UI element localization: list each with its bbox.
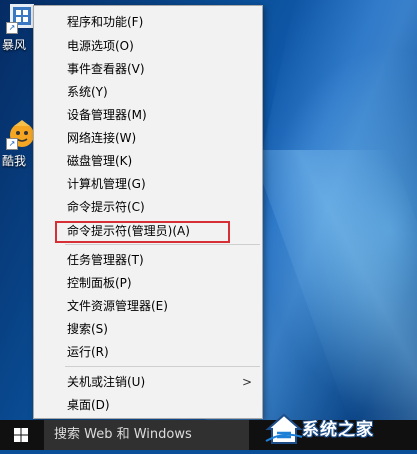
- menu-separator: [65, 366, 260, 367]
- menu-item-programs-features[interactable]: 程序和功能(F): [34, 11, 262, 34]
- shortcut-arrow-icon: ↗: [6, 138, 18, 150]
- menu-item-shutdown-signout[interactable]: 关机或注销(U) >: [34, 371, 262, 394]
- menu-item-computer-management[interactable]: 计算机管理(G): [34, 173, 262, 196]
- menu-separator: [65, 244, 260, 245]
- windows-logo-icon: [14, 428, 28, 442]
- menu-item-system[interactable]: 系统(Y): [34, 81, 262, 104]
- house-logo-icon: [265, 413, 303, 444]
- menu-item-desktop[interactable]: 桌面(D): [34, 394, 262, 417]
- menu-item-device-manager[interactable]: 设备管理器(M): [34, 104, 262, 127]
- submenu-arrow-icon: >: [241, 375, 252, 389]
- watermark-logo: 系统之家: [262, 405, 417, 450]
- menu-item-run[interactable]: 运行(R): [34, 341, 262, 364]
- menu-item-task-manager[interactable]: 任务管理器(T): [34, 249, 262, 272]
- menu-item-control-panel[interactable]: 控制面板(P): [34, 272, 262, 295]
- highlight-box: [55, 221, 230, 243]
- menu-item-power-options[interactable]: 电源选项(O): [34, 35, 262, 58]
- menu-item-command-prompt[interactable]: 命令提示符(C): [34, 196, 262, 219]
- watermark-text: 系统之家: [302, 420, 374, 440]
- shortcut-arrow-icon: ↗: [6, 22, 18, 34]
- taskbar-search-box[interactable]: 搜索 Web 和 Windows: [44, 420, 249, 450]
- menu-item-network-connections[interactable]: 网络连接(W): [34, 127, 262, 150]
- menu-item-file-explorer[interactable]: 文件资源管理器(E): [34, 295, 262, 318]
- menu-item-disk-management[interactable]: 磁盘管理(K): [34, 150, 262, 173]
- menu-item-label: 关机或注销(U): [67, 375, 146, 389]
- menu-item-event-viewer[interactable]: 事件查看器(V): [34, 58, 262, 81]
- start-button[interactable]: [0, 420, 44, 450]
- menu-item-search[interactable]: 搜索(S): [34, 318, 262, 341]
- win-x-context-menu: 程序和功能(F) 电源选项(O) 事件查看器(V) 系统(Y) 设备管理器(M)…: [33, 5, 263, 419]
